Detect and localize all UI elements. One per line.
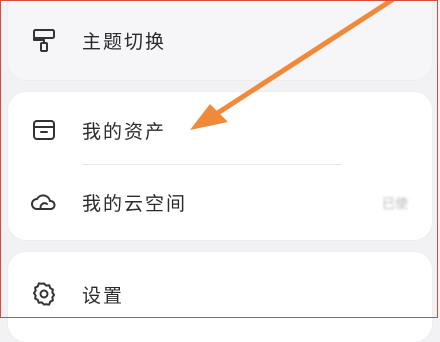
annotation-arrow <box>190 0 395 130</box>
